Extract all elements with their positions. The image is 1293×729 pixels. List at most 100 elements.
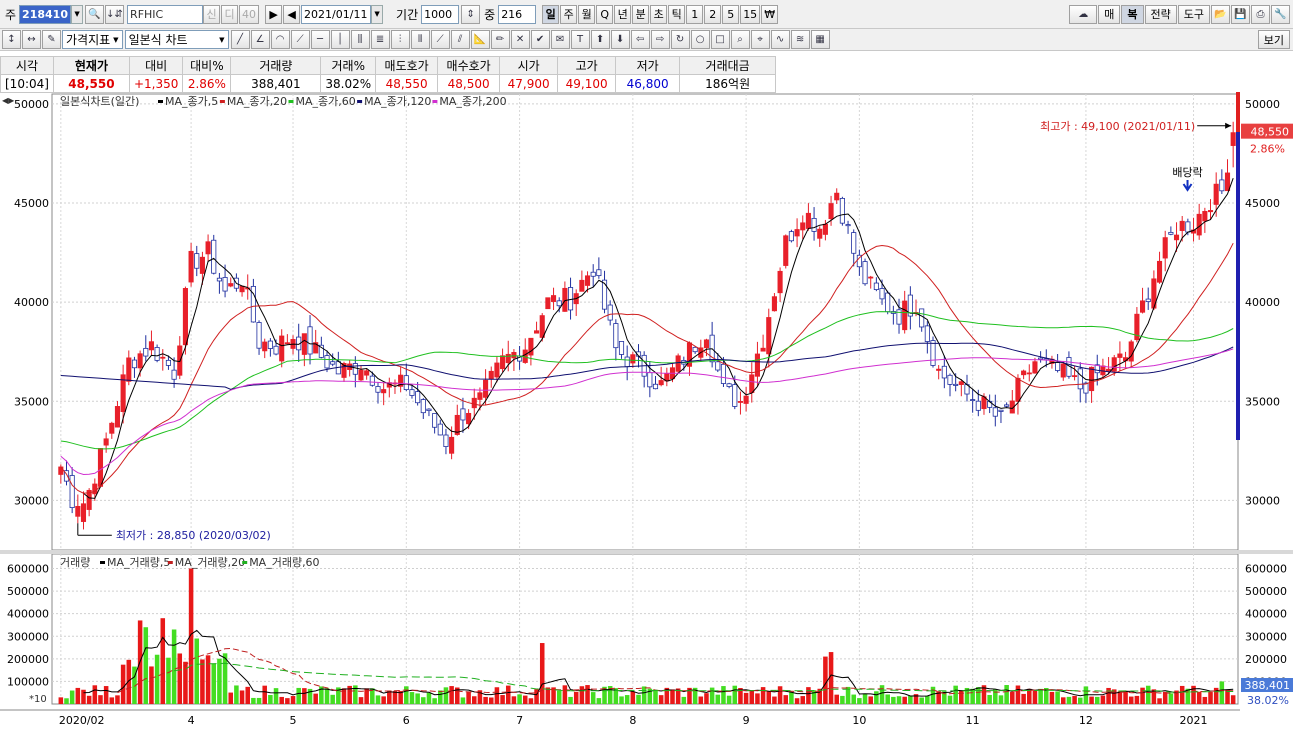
fan-icon[interactable]: ⟋ bbox=[290, 30, 310, 49]
arc-icon[interactable]: ◠ bbox=[270, 30, 290, 49]
left-icon[interactable]: ⇦ bbox=[630, 30, 650, 49]
down-icon[interactable]: ⬇ bbox=[610, 30, 630, 49]
period-button[interactable]: 1 bbox=[686, 4, 704, 24]
zoom-icon[interactable]: ⌕ bbox=[730, 30, 750, 49]
period-button[interactable]: ₩ bbox=[761, 4, 779, 24]
prev-play-button[interactable]: ◀ bbox=[283, 4, 301, 24]
period-icon[interactable]: ⫴ bbox=[410, 30, 430, 49]
multi-view-button[interactable]: 복 bbox=[1121, 4, 1144, 24]
price-tick-left: 45000 bbox=[14, 197, 49, 210]
hline-icon[interactable]: ─ bbox=[310, 30, 330, 49]
volume-bar bbox=[874, 691, 879, 704]
single-view-button[interactable]: 매 bbox=[1098, 4, 1121, 24]
volume-bar bbox=[177, 653, 183, 704]
period-button[interactable]: Q bbox=[596, 4, 614, 24]
rate-button[interactable]: 40 bbox=[239, 4, 260, 24]
quote-value-cell: 388,401 bbox=[230, 74, 322, 93]
wrench-icon[interactable]: 🔧 bbox=[1271, 4, 1290, 24]
period-button[interactable]: 주 bbox=[560, 4, 578, 24]
line-icon[interactable]: ╱ bbox=[230, 30, 250, 49]
stock-name-field[interactable]: RFHIC bbox=[127, 4, 204, 24]
candle-body bbox=[483, 379, 489, 398]
next-play-button[interactable]: ▶ bbox=[265, 4, 283, 24]
volume-bar bbox=[381, 696, 386, 704]
check-icon[interactable]: ✔ bbox=[530, 30, 550, 49]
date-input[interactable]: 2021/01/11 bbox=[301, 4, 372, 24]
period-button[interactable]: 2 bbox=[704, 4, 722, 24]
save-icon[interactable]: 💾 bbox=[1231, 4, 1250, 24]
stock-code-input[interactable]: 218410 bbox=[19, 4, 72, 24]
volume-bar bbox=[262, 685, 267, 704]
period-button[interactable]: 일 bbox=[542, 4, 560, 24]
search-icon[interactable]: 🔍 bbox=[85, 4, 105, 24]
date-dropdown-icon[interactable]: ▼ bbox=[371, 4, 384, 24]
horizontal-resize-icon[interactable]: ↔ bbox=[22, 30, 41, 49]
target-icon[interactable]: ⌖ bbox=[750, 30, 770, 49]
pen-icon[interactable]: ✏ bbox=[490, 30, 510, 49]
print-icon[interactable]: ⎙ bbox=[1251, 4, 1270, 24]
circle-icon[interactable]: ○ bbox=[690, 30, 710, 49]
bars-icon[interactable]: ⫶ bbox=[390, 30, 410, 49]
credit-button[interactable]: 신 bbox=[203, 4, 221, 24]
fibo-icon[interactable]: ≣ bbox=[370, 30, 390, 49]
period-button[interactable]: 초 bbox=[650, 4, 668, 24]
candle-body bbox=[777, 270, 783, 294]
trend-icon[interactable]: ⟋ bbox=[430, 30, 450, 49]
up-icon[interactable]: ⬆ bbox=[590, 30, 610, 49]
note-icon[interactable]: ✉ bbox=[550, 30, 570, 49]
volume-bar bbox=[862, 693, 868, 704]
indicator-dropdown[interactable]: 가격지표 ▼ bbox=[62, 30, 123, 49]
candle-body bbox=[953, 383, 959, 386]
price-range-up-bar bbox=[1236, 92, 1240, 132]
vline-icon[interactable]: │ bbox=[330, 30, 350, 49]
volume-bar bbox=[755, 693, 760, 704]
period-button[interactable]: 틱 bbox=[668, 4, 686, 24]
volume-bar bbox=[959, 690, 964, 704]
last-volume-pct-text: 38.02% bbox=[1247, 694, 1289, 707]
volume-bar bbox=[624, 695, 630, 704]
volume-bar bbox=[268, 695, 273, 704]
tools-button[interactable]: 도구 bbox=[1177, 4, 1210, 24]
channel-icon[interactable]: ⫽ bbox=[450, 30, 470, 49]
right-icon[interactable]: ⇨ bbox=[650, 30, 670, 49]
ruler-icon[interactable]: 📐 bbox=[470, 30, 490, 49]
angle-icon[interactable]: ∠ bbox=[250, 30, 270, 49]
cross-icon[interactable]: ✕ bbox=[510, 30, 530, 49]
x-tick-label: 9 bbox=[743, 714, 750, 727]
cloud-icon[interactable]: ☁ bbox=[1069, 4, 1098, 24]
count-input[interactable]: 216 bbox=[498, 4, 537, 24]
volume-bar bbox=[766, 691, 772, 704]
volume-bar bbox=[698, 696, 704, 704]
sort-icon[interactable]: ↓⇵ bbox=[105, 4, 125, 24]
period-button[interactable]: 년 bbox=[614, 4, 632, 24]
candle-body bbox=[760, 347, 766, 352]
folder-icon[interactable]: 📂 bbox=[1211, 4, 1230, 24]
strategy-button[interactable]: 전략 bbox=[1144, 4, 1177, 24]
period-input[interactable]: 1000 bbox=[421, 4, 460, 24]
wave-icon[interactable]: ∿ bbox=[770, 30, 790, 49]
wave2-icon[interactable]: ≋ bbox=[790, 30, 810, 49]
quote-header-cell: 대비% bbox=[182, 56, 232, 75]
chart-type-dropdown[interactable]: 일본식 차트 ▼ bbox=[124, 30, 229, 49]
vertical-resize-icon[interactable]: ↕ bbox=[2, 30, 21, 49]
spin-icon[interactable]: ⇕ bbox=[461, 4, 481, 24]
detail-button[interactable]: 디 bbox=[221, 4, 239, 24]
edit-icon[interactable]: ✎ bbox=[42, 30, 61, 49]
candle-body bbox=[1015, 377, 1021, 402]
x-tick-label: 11 bbox=[966, 714, 980, 727]
period-button[interactable]: 분 bbox=[632, 4, 650, 24]
view-button[interactable]: 보기 bbox=[1257, 30, 1290, 49]
replay-icon[interactable]: ↻ bbox=[670, 30, 690, 49]
grid-icon[interactable]: ⫼ bbox=[350, 30, 370, 49]
code-dropdown-icon[interactable]: ▼ bbox=[71, 4, 84, 24]
period-button[interactable]: 5 bbox=[722, 4, 740, 24]
candle-body bbox=[732, 384, 738, 407]
period-button[interactable]: 15 bbox=[740, 4, 761, 24]
chart-icon[interactable]: ▦ bbox=[810, 30, 830, 49]
period-button[interactable]: 월 bbox=[578, 4, 596, 24]
chart-canvas[interactable]: 50000 50000 45000 45000 40000 40000 35000 35000… bbox=[0, 92, 1293, 729]
rect-icon[interactable]: □ bbox=[710, 30, 730, 49]
chart-area[interactable]: 50000 50000 45000 45000 40000 40000 35000 35000… bbox=[0, 92, 1293, 729]
text-icon[interactable]: T bbox=[570, 30, 590, 49]
volume-tick-left: 200000 bbox=[7, 653, 49, 666]
